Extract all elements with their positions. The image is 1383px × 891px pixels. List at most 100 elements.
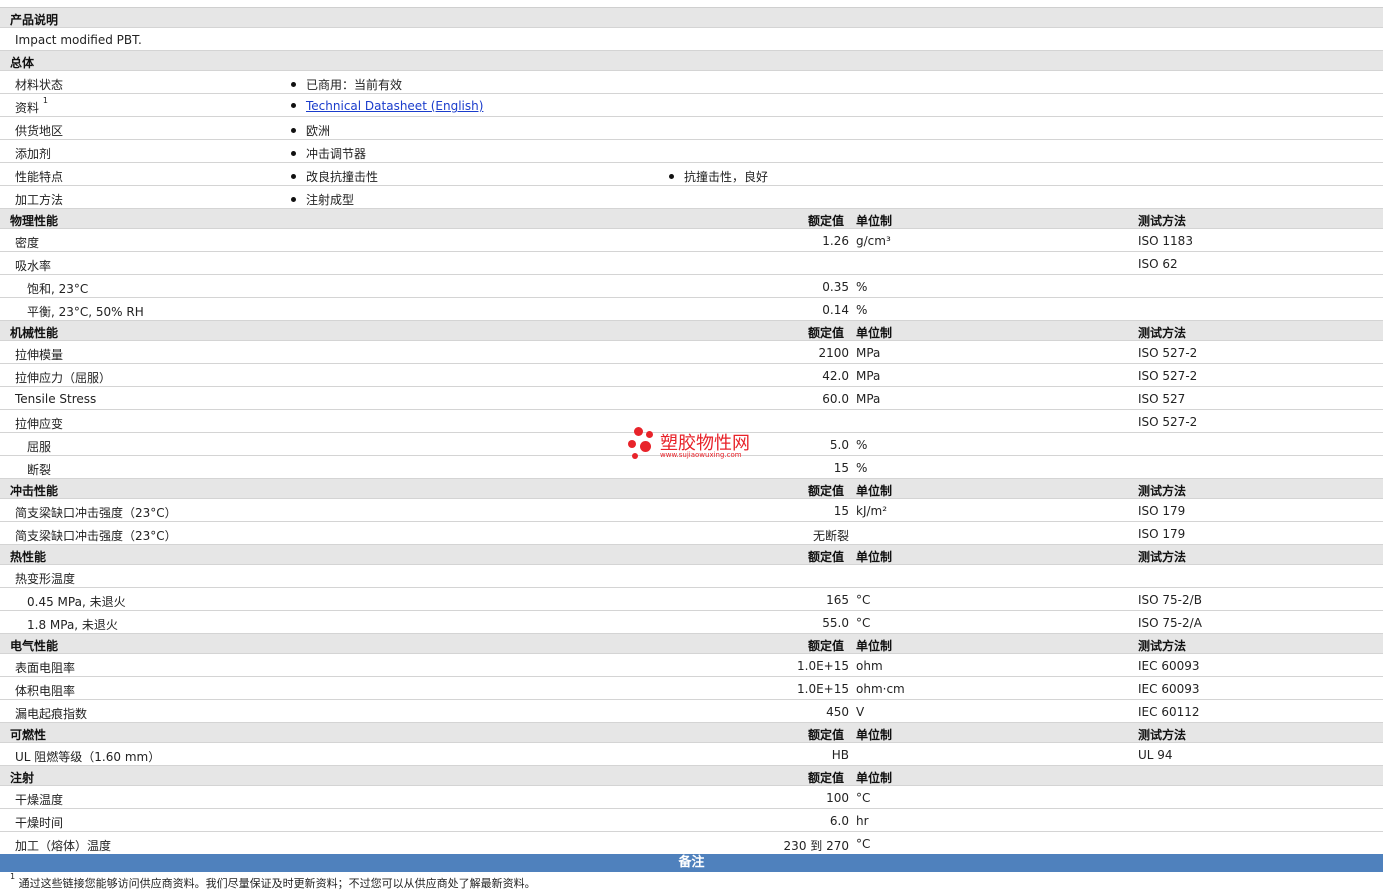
property-label: 屈服: [27, 440, 52, 454]
impact-row: 简支梁缺口冲击强度（23°C） 无断裂 ISO 179: [0, 522, 1383, 545]
bullet-dot-icon: [291, 103, 296, 108]
property-unit: MPa: [856, 392, 881, 406]
property-unit: %: [856, 303, 868, 317]
physical-row: 吸水率 ISO 62: [0, 252, 1383, 275]
property-unit: °C: [856, 791, 871, 805]
property-value: 230 到 270: [783, 839, 849, 853]
physical-row: 密度 1.26 g/cm³ ISO 1183: [0, 229, 1383, 252]
row-label: 资料 1: [15, 96, 48, 116]
impact-row: 简支梁缺口冲击强度（23°C） 15 kJ/m² ISO 179: [0, 499, 1383, 522]
property-label: 平衡, 23°C, 50% RH: [27, 305, 144, 319]
description-row: Impact modified PBT.: [0, 28, 1383, 51]
property-label: 0.45 MPa, 未退火: [27, 595, 126, 609]
section-header-injection: 注射 额定值 单位制: [0, 766, 1383, 786]
unit-column-header: 单位制: [856, 214, 893, 228]
property-label: 热变形温度: [15, 572, 76, 586]
property-label: 吸水率: [15, 259, 52, 273]
property-label: 简支梁缺口冲击强度（23°C）: [15, 506, 177, 520]
property-value: 42.0: [822, 369, 849, 383]
section-title: 冲击性能: [10, 484, 59, 498]
property-label: 1.8 MPa, 未退火: [27, 618, 118, 632]
test-method: ISO 527: [1138, 392, 1186, 406]
row-label: 材料状态: [15, 76, 63, 93]
section-title: 注射: [10, 771, 35, 785]
row-label: 添加剂: [15, 145, 51, 162]
footnote-marker: 1: [42, 96, 48, 105]
property-value: 60.0: [822, 392, 849, 406]
unit-column-header: 单位制: [856, 639, 893, 653]
injection-row: 加工（熔体）温度 230 到 270 °C: [0, 832, 1383, 855]
section-title: 物理性能: [10, 214, 59, 228]
row-label-text: 资料: [15, 101, 40, 115]
property-unit: %: [856, 461, 868, 475]
bullet-dot-icon: [291, 174, 296, 179]
test-method: IEC 60093: [1138, 659, 1200, 673]
bullet-dot-icon: [291, 128, 296, 133]
mechanical-row: 拉伸模量 2100 MPa ISO 527-2: [0, 341, 1383, 364]
watermark-url: www.sujiaowuxing.com: [660, 451, 742, 459]
bullet-text: 已商用：当前有效: [306, 78, 403, 92]
test-method: ISO 527-2: [1138, 369, 1198, 383]
thermal-row: 0.45 MPa, 未退火 165 °C ISO 75-2/B: [0, 588, 1383, 611]
property-value: 55.0: [822, 616, 849, 630]
property-value: HB: [831, 748, 849, 762]
property-label: 断裂: [27, 463, 52, 477]
property-unit: °C: [856, 616, 871, 630]
test-method: UL 94: [1138, 748, 1173, 762]
property-value: 2100: [818, 346, 849, 360]
test-column-header: 测试方法: [1138, 639, 1187, 653]
test-column-header: 测试方法: [1138, 326, 1187, 340]
property-label: UL 阻燃等级（1.60 mm）: [15, 750, 161, 764]
bullet-dot-icon: [291, 197, 296, 202]
bullet-text: 冲击调节器: [306, 147, 367, 161]
test-method: ISO 527-2: [1138, 346, 1198, 360]
row-label-text: 供货地区: [15, 124, 64, 138]
bullet-text: 改良抗撞击性: [306, 170, 379, 184]
physical-row: 平衡, 23°C, 50% RH 0.14%: [0, 298, 1383, 321]
bullet-item: 注射成型: [291, 191, 354, 208]
property-unit: %: [856, 280, 868, 294]
property-value: 无断裂: [812, 529, 849, 543]
bullet-item: 冲击调节器: [291, 145, 366, 162]
flammability-row: UL 阻燃等级（1.60 mm） HB UL 94: [0, 743, 1383, 766]
bullet-item: 抗撞击性，良好: [669, 168, 768, 185]
section-header-impact: 冲击性能 额定值 单位制 测试方法: [0, 479, 1383, 499]
description-text: Impact modified PBT.: [15, 33, 142, 47]
row-label: 供货地区: [15, 122, 63, 139]
test-method: ISO 179: [1138, 527, 1186, 541]
bullet-item: 已商用：当前有效: [291, 76, 402, 93]
property-value: 0.14: [822, 303, 849, 317]
row-label-text: 添加剂: [15, 147, 52, 161]
value-column-header: 额定值: [808, 326, 845, 340]
property-unit: MPa: [856, 369, 881, 383]
footnote-text: 通过这些链接您能够访问供应商资料。我们尽量保证及时更新资料；不过您可以从供应商处…: [18, 877, 536, 890]
bullet-item: 欧洲: [291, 122, 330, 139]
property-value: 0.35: [822, 280, 849, 294]
unit-column-header: 单位制: [856, 728, 893, 742]
bullet-text: 欧洲: [306, 124, 331, 138]
value-column-header: 额定值: [808, 214, 845, 228]
test-method: ISO 527-2: [1138, 415, 1198, 429]
test-column-header: 测试方法: [1138, 484, 1187, 498]
property-value: 100: [826, 791, 849, 805]
property-label: 干燥温度: [15, 793, 64, 807]
section-header-thermal: 热性能 额定值 单位制 测试方法: [0, 545, 1383, 565]
property-label: 表面电阻率: [15, 661, 76, 675]
test-column-header: 测试方法: [1138, 728, 1187, 742]
bullet-dot-icon: [291, 82, 296, 87]
bullet-dot-icon: [291, 151, 296, 156]
bullet-text: 抗撞击性，良好: [684, 170, 769, 184]
electrical-row: 表面电阻率 1.0E+15 ohm IEC 60093: [0, 654, 1383, 677]
electrical-row: 漏电起痕指数 450 V IEC 60112: [0, 700, 1383, 723]
general-row: 添加剂 冲击调节器: [0, 140, 1383, 163]
footnote-marker: 1: [10, 872, 16, 881]
property-value: 15: [833, 461, 849, 475]
injection-row: 干燥温度 100 °C: [0, 786, 1383, 809]
electrical-row: 体积电阻率 1.0E+15 ohm·cm IEC 60093: [0, 677, 1383, 700]
test-method: ISO 75-2/A: [1138, 616, 1202, 630]
property-label: 干燥时间: [15, 816, 64, 830]
value-column-header: 额定值: [808, 550, 845, 564]
datasheet-link[interactable]: Technical Datasheet (English): [306, 99, 483, 113]
property-label: 拉伸模量: [15, 348, 64, 362]
value-column-header: 额定值: [808, 639, 845, 653]
